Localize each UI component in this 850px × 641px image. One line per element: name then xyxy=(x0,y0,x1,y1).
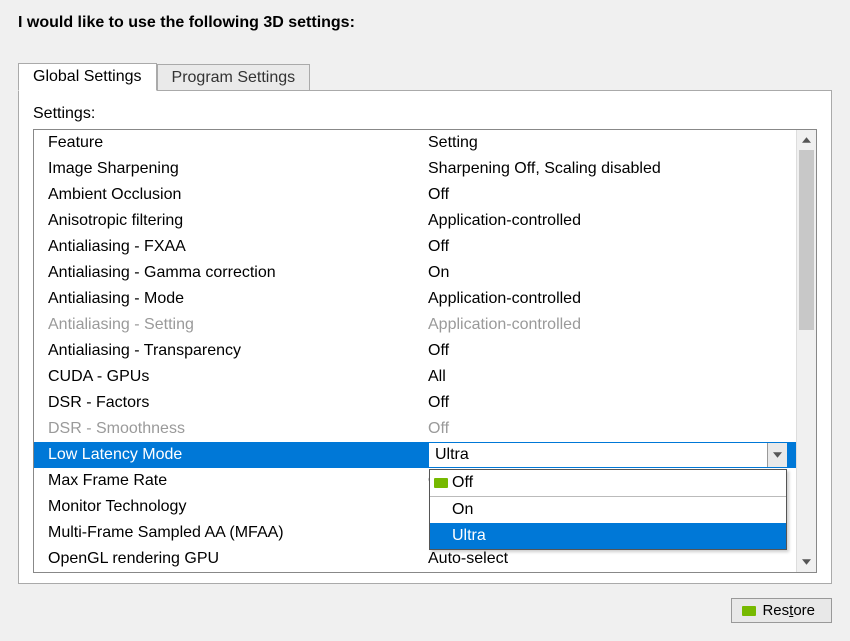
tab-strip: Global Settings Program Settings xyxy=(18,62,832,90)
setting-cell: All xyxy=(428,364,788,390)
dropdown-option-label: Ultra xyxy=(452,527,486,544)
feature-cell: CUDA - GPUs xyxy=(48,364,428,390)
chevron-down-icon xyxy=(773,452,782,458)
table-row[interactable]: Antialiasing - FXAAOff xyxy=(34,234,796,260)
feature-cell: Monitor Technology xyxy=(48,494,428,520)
column-header-feature[interactable]: Feature xyxy=(48,130,428,156)
table-row[interactable]: CUDA - GPUsAll xyxy=(34,364,796,390)
table-row[interactable]: Antialiasing - ModeApplication-controlle… xyxy=(34,286,796,312)
setting-cell: Application-controlled xyxy=(428,208,788,234)
footer: Restore xyxy=(0,584,850,623)
setting-cell: On xyxy=(428,260,788,286)
dropdown-option-label: Off xyxy=(452,474,473,491)
setting-cell: Off xyxy=(428,416,788,442)
setting-cell: Sharpening Off, Scaling disabled xyxy=(428,156,788,182)
setting-cell: Off xyxy=(428,182,788,208)
feature-cell: Antialiasing - Mode xyxy=(48,286,428,312)
dropdown-toggle[interactable] xyxy=(767,443,787,467)
setting-dropdown[interactable]: UltraOffOnUltra xyxy=(428,442,788,468)
table-row[interactable]: Antialiasing - TransparencyOff xyxy=(34,338,796,364)
dropdown-option[interactable]: On xyxy=(430,497,786,523)
table-row[interactable]: Low Latency ModeUltraOffOnUltra xyxy=(34,442,796,468)
setting-cell: Off xyxy=(428,234,788,260)
table-header: Feature Setting xyxy=(34,130,796,156)
dropdown-option[interactable]: Ultra xyxy=(430,523,786,549)
feature-cell: Antialiasing - Gamma correction xyxy=(48,260,428,286)
scroll-down-button[interactable] xyxy=(797,552,816,572)
settings-label: Settings: xyxy=(33,105,817,123)
setting-cell[interactable]: UltraOffOnUltra xyxy=(428,442,788,468)
feature-cell: Multi-Frame Sampled AA (MFAA) xyxy=(48,520,428,546)
feature-cell: Ambient Occlusion xyxy=(48,182,428,208)
table-row[interactable]: Ambient OcclusionOff xyxy=(34,182,796,208)
table-row[interactable]: Anisotropic filteringApplication-control… xyxy=(34,208,796,234)
table-row[interactable]: Antialiasing - Gamma correctionOn xyxy=(34,260,796,286)
tab-body: Settings: Feature Setting Image Sharpeni… xyxy=(18,90,832,584)
tab-program-settings[interactable]: Program Settings xyxy=(157,64,311,91)
setting-cell: Off xyxy=(428,338,788,364)
chevron-down-icon xyxy=(802,559,811,565)
feature-cell: Antialiasing - Transparency xyxy=(48,338,428,364)
dropdown-option-label: On xyxy=(452,501,473,518)
feature-cell: Image Sharpening xyxy=(48,156,428,182)
table-row[interactable]: Image SharpeningSharpening Off, Scaling … xyxy=(34,156,796,182)
table-row[interactable]: DSR - FactorsOff xyxy=(34,390,796,416)
feature-cell: Anisotropic filtering xyxy=(48,208,428,234)
restore-button[interactable]: Restore xyxy=(731,598,832,623)
settings-panel: Global Settings Program Settings Setting… xyxy=(18,62,832,584)
tab-global-settings[interactable]: Global Settings xyxy=(18,63,157,91)
dropdown-option[interactable]: Off xyxy=(430,470,786,497)
table-row[interactable]: DSR - SmoothnessOff xyxy=(34,416,796,442)
feature-cell: DSR - Smoothness xyxy=(48,416,428,442)
page-heading: I would like to use the following 3D set… xyxy=(0,0,850,32)
settings-table: Feature Setting Image SharpeningSharpeni… xyxy=(33,129,817,573)
scroll-track[interactable] xyxy=(797,150,816,552)
restore-button-label: Restore xyxy=(762,602,815,619)
setting-cell: Application-controlled xyxy=(428,286,788,312)
feature-cell: DSR - Factors xyxy=(48,390,428,416)
feature-cell: Max Frame Rate xyxy=(48,468,428,494)
column-header-setting[interactable]: Setting xyxy=(428,130,788,156)
setting-cell: Application-controlled xyxy=(428,312,788,338)
settings-table-area[interactable]: Feature Setting Image SharpeningSharpeni… xyxy=(34,130,796,572)
setting-dropdown-value: Ultra xyxy=(429,443,767,467)
feature-cell: Antialiasing - Setting xyxy=(48,312,428,338)
feature-cell: Low Latency Mode xyxy=(48,442,428,468)
scrollbar[interactable] xyxy=(796,130,816,572)
dropdown-list[interactable]: Off On Ultra xyxy=(429,469,787,550)
nvidia-icon xyxy=(742,606,756,616)
feature-cell: OpenGL rendering GPU xyxy=(48,546,428,572)
chevron-up-icon xyxy=(802,137,811,143)
nvidia-icon xyxy=(434,478,448,488)
scroll-up-button[interactable] xyxy=(797,130,816,150)
table-row[interactable]: Antialiasing - SettingApplication-contro… xyxy=(34,312,796,338)
scroll-thumb[interactable] xyxy=(799,150,814,330)
feature-cell: Antialiasing - FXAA xyxy=(48,234,428,260)
setting-cell: Off xyxy=(428,390,788,416)
